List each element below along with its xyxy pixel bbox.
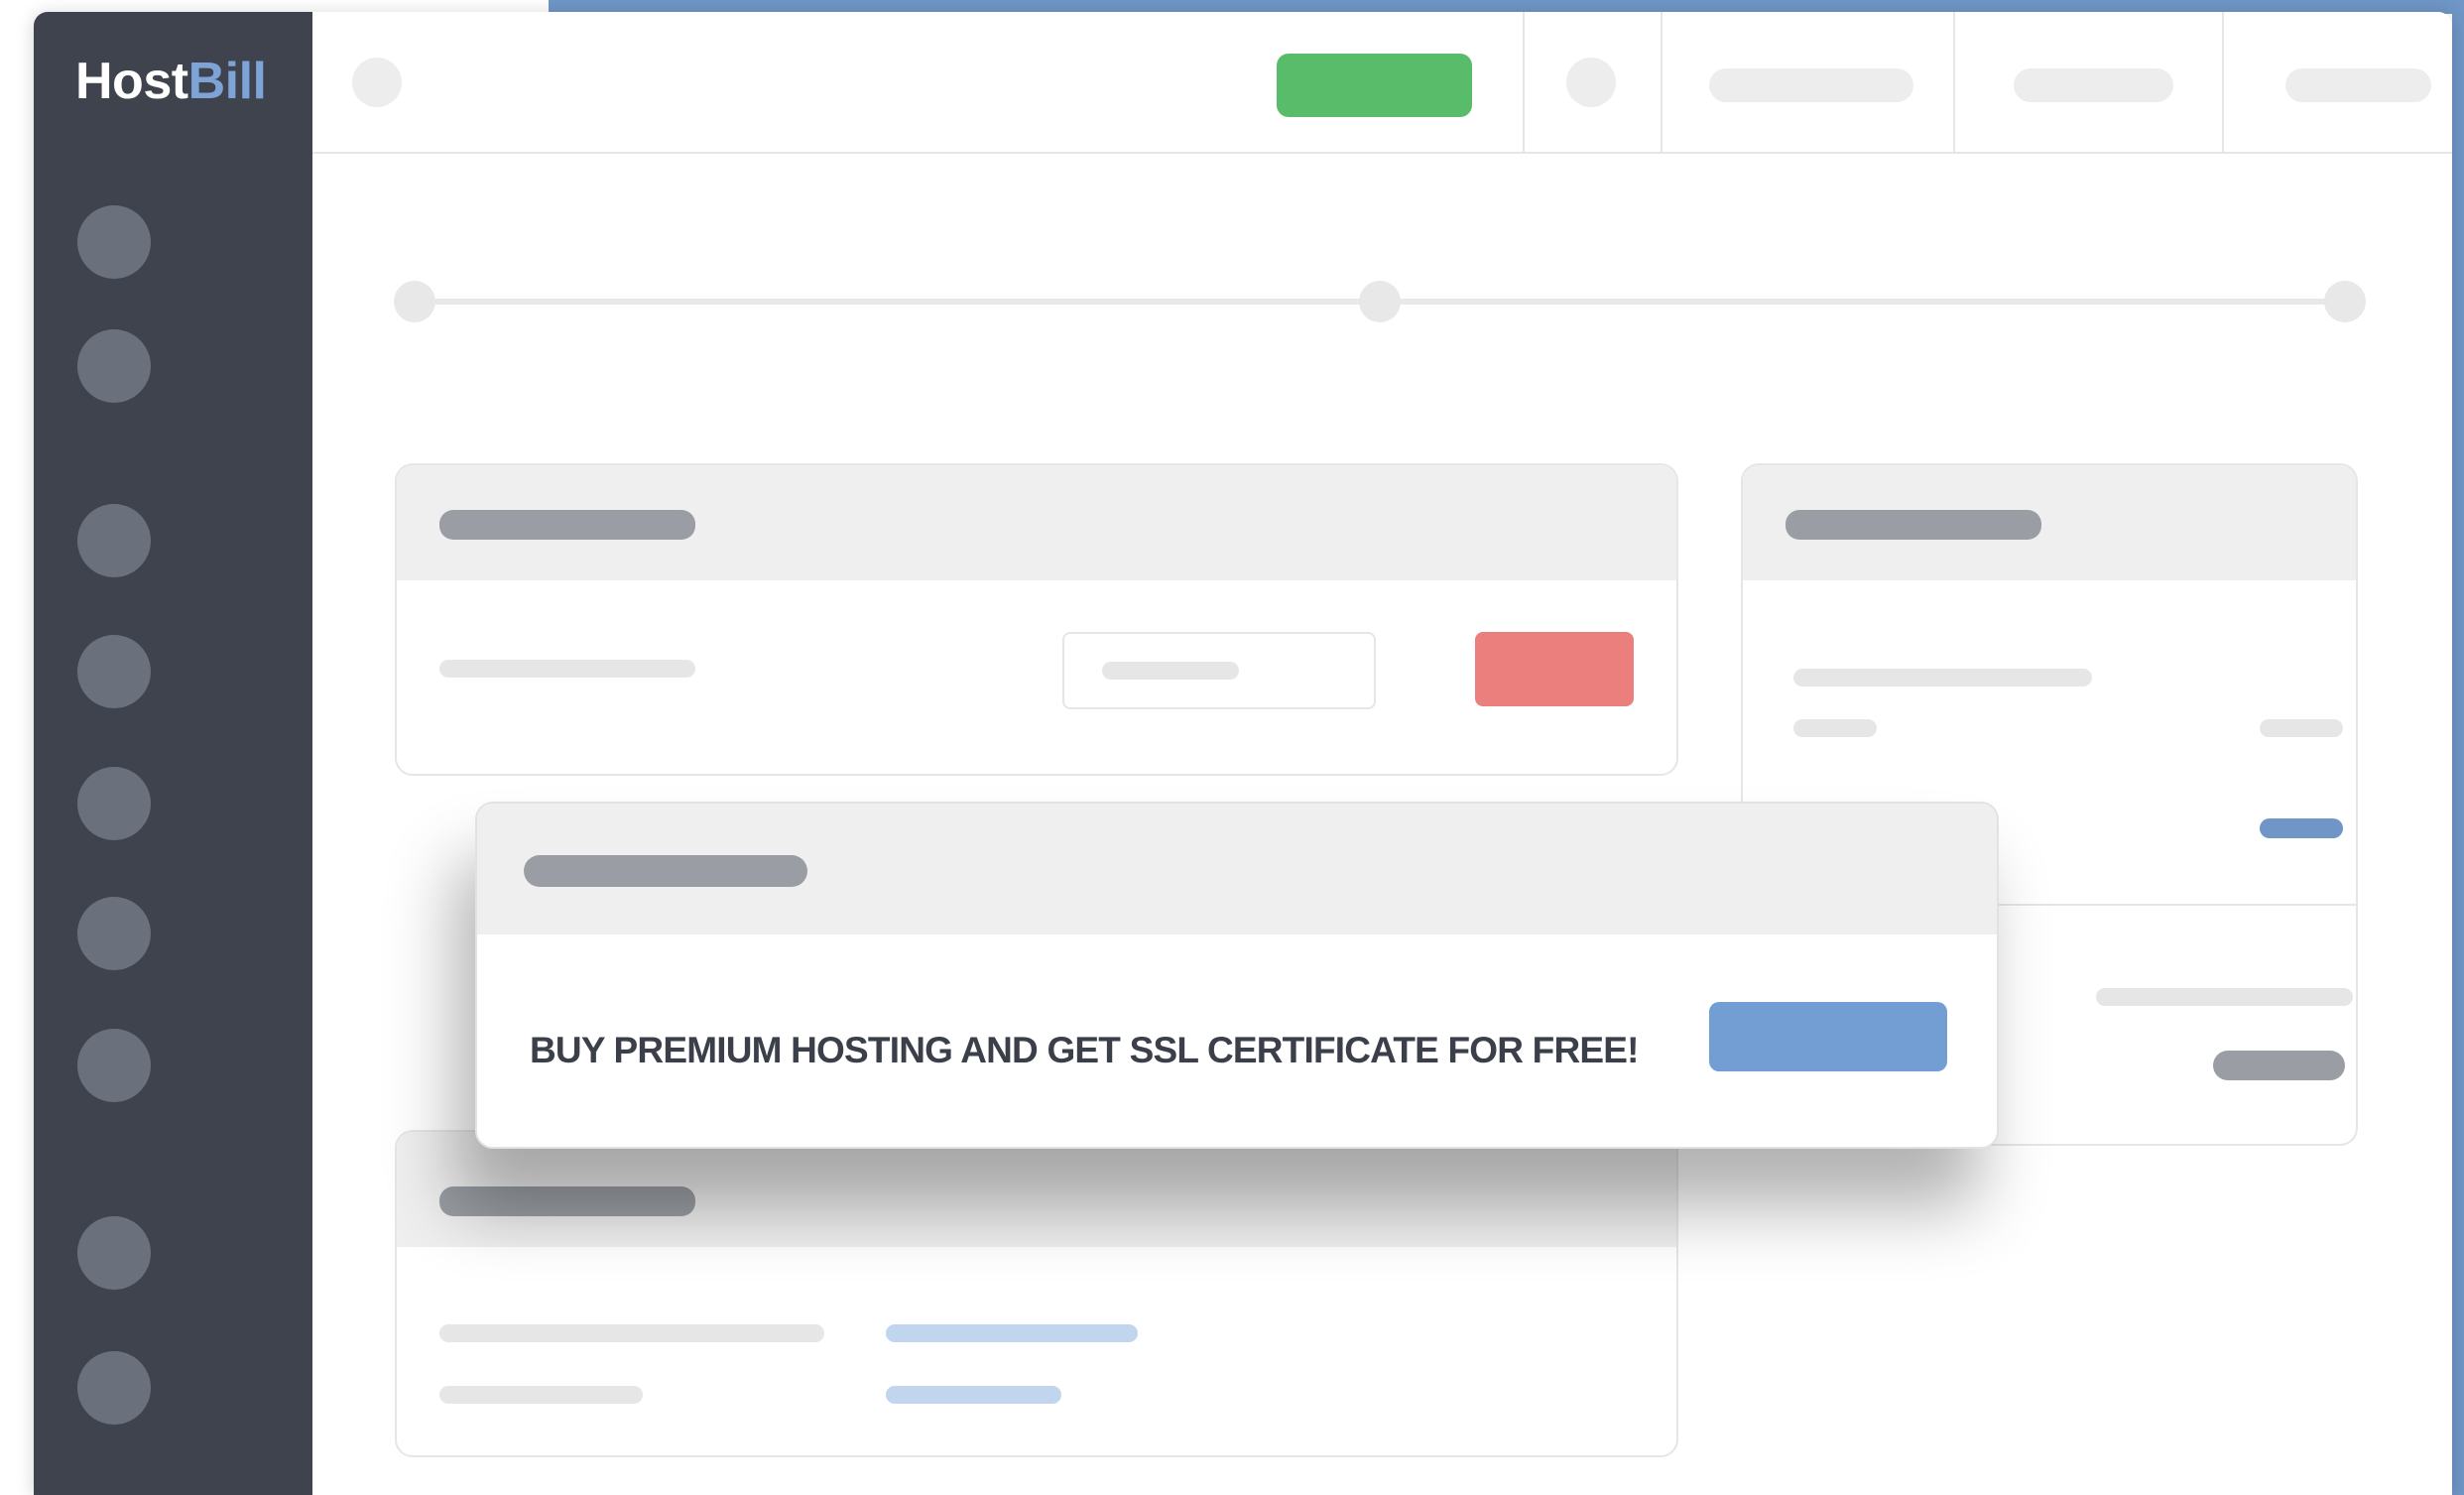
input-placeholder (1102, 662, 1239, 680)
summary-value-placeholder (2260, 719, 2343, 737)
sidebar-item-8-icon[interactable] (77, 1216, 151, 1290)
detail-label-placeholder (439, 1324, 824, 1342)
notifications-icon[interactable] (1566, 58, 1616, 107)
remove-button[interactable] (1475, 632, 1634, 706)
progress-step-2[interactable] (1359, 281, 1401, 322)
text-input[interactable] (1062, 632, 1376, 709)
sidebar-item-4-icon[interactable] (77, 635, 151, 708)
card-title-placeholder (1786, 510, 2041, 540)
menu-toggle-icon[interactable] (352, 58, 402, 107)
popup-title-placeholder (524, 855, 807, 887)
sidebar-item-1-icon[interactable] (77, 205, 151, 279)
order-button[interactable] (1277, 54, 1472, 117)
topbar-divider (1661, 12, 1663, 152)
summary-link-placeholder[interactable] (2260, 818, 2343, 838)
sidebar-item-3-icon[interactable] (77, 504, 151, 577)
card-secondary (395, 1130, 1678, 1457)
sidebar-item-5-icon[interactable] (77, 767, 151, 840)
card-title-placeholder (439, 1186, 695, 1216)
promo-message: BUY PREMIUM HOSTING AND GET SSL CERTIFIC… (530, 1030, 1639, 1070)
promo-cta-button[interactable] (1709, 1002, 1947, 1071)
summary-label-placeholder (1793, 719, 1877, 737)
detail-link-placeholder[interactable] (886, 1324, 1138, 1342)
logo-text-bill: Bill (187, 53, 267, 110)
top-bar (312, 12, 2452, 154)
promo-popup: BUY PREMIUM HOSTING AND GET SSL CERTIFIC… (475, 802, 1999, 1149)
summary-total-label (2096, 988, 2353, 1006)
card-title-placeholder (439, 510, 695, 540)
sidebar-item-9-icon[interactable] (77, 1351, 151, 1425)
accent-border-right (2452, 0, 2464, 1495)
card-main (395, 463, 1678, 776)
popup-header (477, 804, 1997, 934)
hostbill-logo[interactable]: HostBill (75, 52, 267, 111)
card-header (1743, 465, 2356, 580)
progress-step-1[interactable] (394, 281, 435, 322)
topbar-menu-item-3[interactable] (2285, 68, 2431, 102)
topbar-divider (1523, 12, 1525, 152)
topbar-divider (2222, 12, 2224, 152)
sidebar-item-2-icon[interactable] (77, 329, 151, 403)
card-header (397, 465, 1676, 580)
summary-total-value (2213, 1051, 2345, 1080)
summary-line-placeholder (1793, 669, 2092, 686)
topbar-menu-item-2[interactable] (2014, 68, 2173, 102)
card-label-placeholder (439, 660, 695, 678)
sidebar-item-7-icon[interactable] (77, 1029, 151, 1102)
sidebar-item-6-icon[interactable] (77, 897, 151, 970)
detail-link-placeholder[interactable] (886, 1386, 1061, 1404)
topbar-menu-item-1[interactable] (1709, 68, 1913, 102)
topbar-divider (1953, 12, 1955, 152)
detail-label-placeholder (439, 1386, 643, 1404)
progress-step-3[interactable] (2324, 281, 2366, 322)
sidebar: HostBill (34, 12, 312, 1495)
app-window: HostBill BUY PREMIUM HOSTING AND GET SSL… (34, 12, 2452, 1495)
logo-text-host: Host (75, 53, 188, 110)
card-header (397, 1132, 1676, 1247)
